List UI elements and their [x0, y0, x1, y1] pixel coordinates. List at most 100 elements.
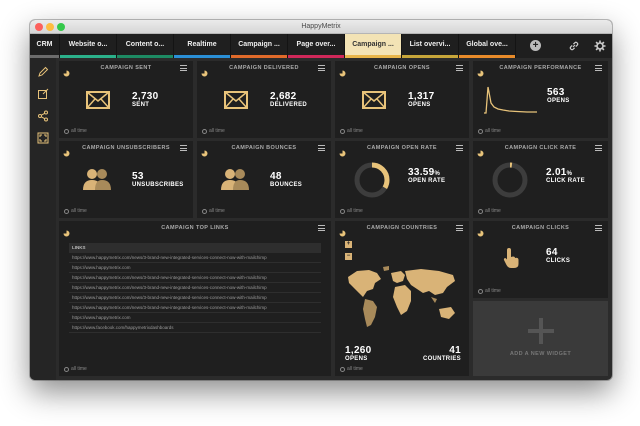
widget-menu-icon[interactable]: [180, 145, 187, 151]
click-rate-donut: [492, 162, 528, 198]
tab-1[interactable]: Website o...: [60, 34, 117, 58]
widget-menu-icon[interactable]: [595, 225, 602, 231]
sent-value: 2,730: [132, 91, 159, 102]
window-title: HappyMetrix: [301, 23, 341, 30]
performance-sparkline: [484, 86, 537, 114]
clicks-label: CLICKS: [546, 258, 571, 264]
link-row[interactable]: https://www.happymetrix.com: [69, 263, 321, 273]
widget-title: CAMPAIGN OPEN RATE: [367, 145, 437, 151]
widget-title: CAMPAIGN DELIVERED: [229, 65, 299, 71]
bounces-value: 48: [270, 171, 282, 182]
link-row[interactable]: https://www.happymetrix.com/news/3-brand…: [69, 293, 321, 303]
click-rate-value: 2.01: [546, 167, 567, 178]
link-row[interactable]: https://www.facebook.com/happymetrixdash…: [69, 323, 321, 333]
widget-footer: all time: [340, 128, 363, 134]
clock-icon: [340, 366, 345, 372]
widget-title: CAMPAIGN BOUNCES: [231, 145, 297, 151]
widget-title: CAMPAIGN COUNTRIES: [366, 225, 438, 231]
tab-8[interactable]: Global ove...: [459, 34, 516, 58]
link-icon[interactable]: [568, 40, 580, 52]
link-row[interactable]: https://www.happymetrix.com: [69, 313, 321, 323]
widget-menu-icon[interactable]: [595, 145, 602, 151]
widget-menu-icon[interactable]: [180, 65, 187, 71]
clicks-value: 64: [546, 247, 558, 258]
delivered-label: DELIVERED: [270, 102, 308, 108]
map-zoom-in-button[interactable]: +: [345, 241, 352, 248]
clock-icon: [202, 128, 207, 134]
users-icon: [221, 169, 249, 190]
zoom-window-button[interactable]: [57, 23, 65, 31]
app-window: HappyMetrix CRM Website o... Content o... R…: [30, 20, 612, 380]
users-icon: [83, 169, 111, 190]
widget-title: CAMPAIGN CLICK RATE: [504, 145, 577, 151]
widget-menu-icon[interactable]: [456, 65, 463, 71]
tab-3[interactable]: Realtime: [174, 34, 231, 58]
envelope-icon: [362, 91, 386, 109]
widget-menu-icon[interactable]: [456, 145, 463, 151]
pencil-icon[interactable]: [37, 66, 49, 78]
campaign-top-links-widget: CAMPAIGN TOP LINKS LINKS https://www.hap…: [59, 221, 331, 376]
edit-icon[interactable]: [37, 88, 49, 100]
clock-icon: [478, 288, 483, 294]
fullscreen-icon[interactable]: [37, 132, 49, 144]
tab-7[interactable]: List overvi...: [402, 34, 459, 58]
add-dashboard-icon[interactable]: +: [530, 40, 541, 51]
widget-footer: all time: [64, 208, 87, 214]
performance-label: OPENS: [547, 98, 570, 104]
click-rate-unit: %: [566, 171, 573, 177]
sent-label: SENT: [132, 102, 150, 108]
clock-icon: [340, 128, 345, 134]
open-rate-label: OPEN RATE: [408, 178, 446, 184]
widget-footer: all time: [64, 128, 87, 134]
widget-footer: all time: [202, 128, 225, 134]
unsubscribes-label: UNSUBSCRIBES: [132, 182, 184, 188]
widget-title: CAMPAIGN TOP LINKS: [161, 225, 229, 231]
add-widget-button[interactable]: ADD A NEW WIDGET: [473, 301, 608, 376]
widget-footer: all time: [340, 208, 363, 214]
link-row[interactable]: https://www.happymetrix.com/news/3-brand…: [69, 253, 321, 263]
campaign-bounces-widget: CAMPAIGN BOUNCES 48 BOUNCES all time: [197, 141, 331, 218]
widget-title: CAMPAIGN UNSUBSCRIBERS: [82, 145, 170, 151]
clock-icon: [478, 208, 483, 214]
add-widget-plus-icon: [528, 318, 554, 344]
country-opens-value: 1,260: [345, 345, 372, 356]
widget-menu-icon[interactable]: [318, 225, 325, 231]
minimize-window-button[interactable]: [46, 23, 54, 31]
widget-footer: all time: [478, 288, 501, 294]
world-map: [348, 266, 455, 327]
widget-title: CAMPAIGN PERFORMANCE: [499, 65, 582, 71]
campaign-delivered-widget: CAMPAIGN DELIVERED 2,682 DELIVERED all t…: [197, 61, 331, 138]
opens-value: 1,317: [408, 91, 435, 102]
map-zoom-out-button[interactable]: −: [345, 253, 352, 260]
clock-icon: [64, 366, 69, 372]
country-opens-label: OPENS: [345, 356, 368, 362]
share-icon[interactable]: [37, 110, 49, 122]
tab-2[interactable]: Content o...: [117, 34, 174, 58]
clock-icon: [64, 208, 69, 214]
tab-6[interactable]: Campaign ...: [345, 34, 402, 58]
link-row[interactable]: https://www.happymetrix.com/news/3-brand…: [69, 273, 321, 283]
tab-4[interactable]: Campaign ...: [231, 34, 288, 58]
click-rate-label: CLICK RATE: [546, 178, 585, 184]
tab-0[interactable]: CRM: [30, 34, 60, 58]
tab-5[interactable]: Page over...: [288, 34, 345, 58]
widget-footer: all time: [64, 366, 87, 372]
open-rate-donut: [354, 162, 390, 198]
envelope-icon: [224, 91, 248, 109]
performance-value: 563: [547, 87, 565, 98]
widget-footer: all time: [340, 366, 363, 372]
widget-footer: all time: [478, 208, 501, 214]
envelope-icon: [86, 91, 110, 109]
widget-title: CAMPAIGN SENT: [100, 65, 152, 71]
open-rate-unit: %: [434, 171, 441, 177]
link-row[interactable]: https://www.happymetrix.com/news/3-brand…: [69, 283, 321, 293]
widget-menu-icon[interactable]: [456, 225, 463, 231]
title-bar: HappyMetrix: [30, 20, 612, 34]
widget-menu-icon[interactable]: [318, 145, 325, 151]
close-window-button[interactable]: [35, 23, 43, 31]
gear-icon[interactable]: [594, 40, 606, 52]
link-row[interactable]: https://www.happymetrix.com/news/3-brand…: [69, 303, 321, 313]
widget-menu-icon[interactable]: [595, 65, 602, 71]
unsubscribes-value: 53: [132, 171, 144, 182]
widget-menu-icon[interactable]: [318, 65, 325, 71]
